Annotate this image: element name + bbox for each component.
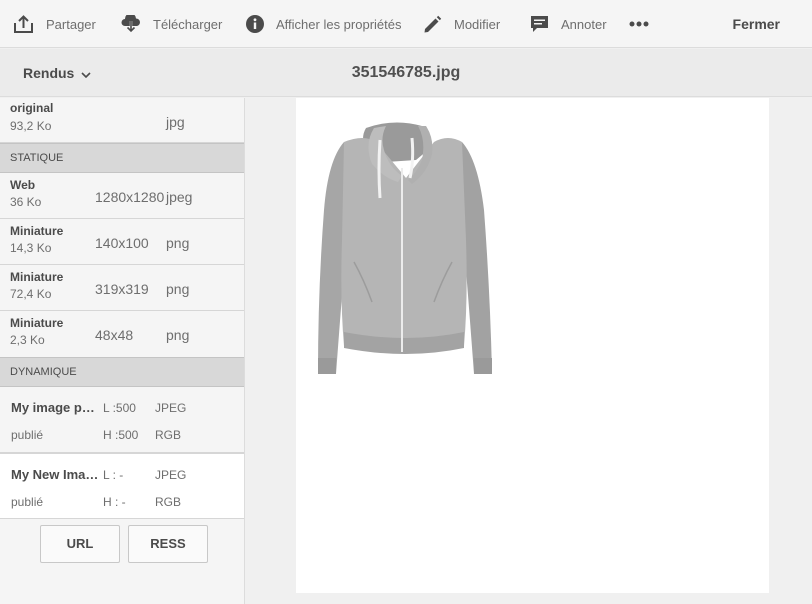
sub-header: 351546785.jpg Rendus <box>0 49 812 97</box>
rendition-name: Miniature <box>10 316 64 330</box>
file-title: 351546785.jpg <box>351 64 461 81</box>
preset-format: JPEG <box>155 468 187 482</box>
close-button[interactable]: Fermer <box>733 0 780 48</box>
rendition-format: jpg <box>166 114 185 130</box>
more-icon <box>629 21 649 27</box>
share-button[interactable]: Partager <box>13 0 96 48</box>
preset-height: H :500 <box>103 428 139 442</box>
rendition-dimensions: 319x319 <box>95 281 149 297</box>
rendition-thumbnail-48[interactable]: Miniature 2,3 Ko 48x48 png <box>0 311 244 357</box>
info-icon <box>246 15 264 33</box>
url-button[interactable]: URL <box>40 525 120 563</box>
download-button[interactable]: Télécharger <box>121 0 222 48</box>
rendition-dimensions: 1280x1280 <box>95 189 165 205</box>
preset-status: publié <box>11 495 44 509</box>
rendition-size: 14,3 Ko <box>10 241 52 255</box>
preset-format: JPEG <box>155 401 187 415</box>
preset-color: RGB <box>155 495 182 509</box>
rendition-name: Miniature <box>10 270 64 284</box>
rendition-format: png <box>166 235 190 251</box>
properties-label: Afficher les propriétés <box>276 16 402 32</box>
rendition-name: Miniature <box>10 224 64 238</box>
share-icon <box>13 14 34 34</box>
rendition-size: 72,4 Ko <box>10 287 52 301</box>
ress-button[interactable]: RESS <box>128 525 208 563</box>
annotate-label: Annoter <box>561 16 607 32</box>
rendition-size: 36 Ko <box>10 195 42 209</box>
rendition-web[interactable]: Web 36 Ko 1280x1280 jpeg <box>0 173 244 219</box>
edit-button[interactable]: Modifier <box>423 0 500 48</box>
rendition-thumbnail-319[interactable]: Miniature 72,4 Ko 319x319 png <box>0 265 244 311</box>
rendition-dimensions: 140x100 <box>95 235 149 251</box>
rendition-name: Web <box>10 178 36 192</box>
rendition-format: png <box>166 327 190 343</box>
renditions-dropdown-label: Rendus <box>23 65 75 81</box>
properties-button[interactable]: Afficher les propriétés <box>246 0 402 48</box>
preset-name: My image preset <box>11 400 99 415</box>
renditions-dropdown[interactable]: Rendus <box>23 49 91 97</box>
rendition-name: original <box>10 101 54 115</box>
download-icon <box>121 15 141 33</box>
preset-width: L :500 <box>103 401 136 415</box>
comment-icon <box>530 15 549 34</box>
preset-height: H : - <box>103 495 126 509</box>
rendition-size: 93,2 Ko <box>10 119 52 133</box>
rendition-dimensions: 48x48 <box>95 327 134 343</box>
hoodie-image <box>314 120 496 383</box>
section-dynamic: DYNAMIQUE <box>0 357 244 387</box>
edit-label: Modifier <box>454 16 501 32</box>
rendition-format: jpeg <box>166 189 193 205</box>
rendition-thumbnail-140[interactable]: Miniature 14,3 Ko 140x100 png <box>0 219 244 265</box>
preset-name: My New Image Preset <box>11 467 99 482</box>
share-label: Partager <box>46 16 96 32</box>
preset-color: RGB <box>155 428 182 442</box>
rendition-size: 2,3 Ko <box>10 333 45 347</box>
download-label: Télécharger <box>153 16 223 32</box>
dynamic-preset-1[interactable]: My image preset publié L :500 H :500 JPE… <box>0 387 244 453</box>
rendition-original[interactable]: original 93,2 Ko jpg <box>0 98 244 143</box>
chevron-down-icon <box>74 65 91 81</box>
preset-status: publié <box>11 428 44 442</box>
section-static: STATIQUE <box>0 143 244 173</box>
rendition-format: png <box>166 281 190 297</box>
renditions-panel: original 93,2 Ko jpg STATIQUE Web 36 Ko … <box>0 98 245 604</box>
more-button[interactable] <box>629 0 649 48</box>
pencil-icon <box>423 15 442 34</box>
preset-width: L : - <box>103 468 124 482</box>
annotate-button[interactable]: Annoter <box>530 0 607 48</box>
toolbar: Partager Télécharger Afficher les propri… <box>0 0 812 48</box>
dynamic-preset-2[interactable]: My New Image Preset publié L : - H : - J… <box>0 453 244 519</box>
